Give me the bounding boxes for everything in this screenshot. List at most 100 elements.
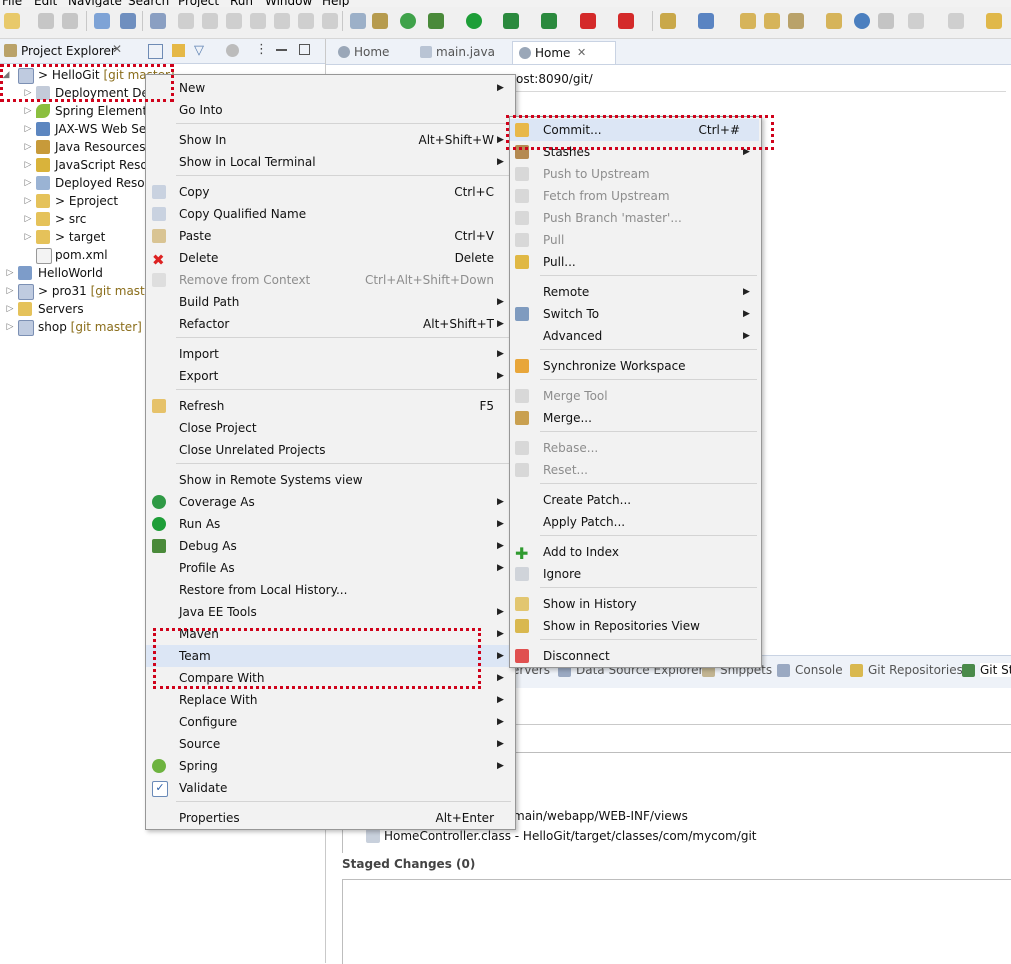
- suspend-icon[interactable]: [202, 13, 218, 29]
- menu-item-synchronize-workspace[interactable]: Synchronize Workspace: [510, 355, 759, 377]
- menu-item-rebase[interactable]: Rebase...: [510, 437, 759, 459]
- menu-item-coverage-as[interactable]: Coverage As ▶: [146, 491, 513, 513]
- drop-to-frame-icon[interactable]: [372, 13, 388, 29]
- menu-item-copy[interactable]: Copy Ctrl+C: [146, 181, 513, 203]
- coverage-icon[interactable]: [503, 13, 519, 29]
- menu-item-show-in[interactable]: Show In Alt+Shift+W ▶: [146, 129, 513, 151]
- tab-home-active[interactable]: Home ✕: [512, 41, 616, 64]
- next-annotation-icon[interactable]: [908, 13, 924, 29]
- terminate-icon[interactable]: [226, 13, 242, 29]
- expand-icon[interactable]: ▷: [24, 192, 32, 210]
- expand-icon[interactable]: ▷: [24, 156, 32, 174]
- menu-item-new[interactable]: New ▶: [146, 77, 513, 99]
- open-folder-icon[interactable]: [740, 13, 756, 29]
- expand-icon[interactable]: ▷: [6, 300, 14, 318]
- menu-item-paste[interactable]: Paste Ctrl+V: [146, 225, 513, 247]
- menu-item-source[interactable]: Source ▶: [146, 733, 513, 755]
- tab-console[interactable]: Console: [777, 663, 843, 677]
- menu-item-configure[interactable]: Configure ▶: [146, 711, 513, 733]
- tree-item-shop[interactable]: ▷ shop [git master]: [0, 318, 150, 336]
- back-icon[interactable]: [986, 13, 1002, 29]
- menu-item-merge-tool[interactable]: Merge Tool: [510, 385, 759, 407]
- menu-item-push-to-upstream[interactable]: Push to Upstream: [510, 163, 759, 185]
- expand-icon[interactable]: ▷: [24, 120, 32, 138]
- filter-icon[interactable]: ▽: [194, 43, 204, 58]
- collapse-all-icon[interactable]: [148, 44, 163, 59]
- tree-item-src[interactable]: ▷ > src: [0, 210, 150, 228]
- menu-item-show-in-history[interactable]: Show in History: [510, 593, 759, 615]
- maximize-icon[interactable]: [299, 44, 310, 55]
- menu-item-commit[interactable]: Commit... Ctrl+#: [510, 119, 759, 141]
- menu-item-go-into[interactable]: Go Into: [146, 99, 513, 121]
- menu-item-stashes[interactable]: Stashes ▶: [510, 141, 759, 163]
- menu-item-reset[interactable]: Reset...: [510, 459, 759, 481]
- menu-item-compare-with[interactable]: Compare With ▶: [146, 667, 513, 689]
- menu-item-show-in-remote-systems[interactable]: Show in Remote Systems view: [146, 469, 513, 491]
- stop-icon[interactable]: [580, 13, 596, 29]
- search-folder-icon[interactable]: [826, 13, 842, 29]
- expand-icon[interactable]: ▷: [24, 138, 32, 156]
- menu-item-pull[interactable]: Pull: [510, 229, 759, 251]
- project-explorer-tab-label[interactable]: Project Explorer: [21, 44, 116, 58]
- external-tools-icon[interactable]: [618, 13, 634, 29]
- tree-item-jaxws[interactable]: ▷ JAX-WS Web Services: [0, 120, 150, 138]
- disconnect-icon[interactable]: [250, 13, 266, 29]
- tree-item-java-resources[interactable]: ▷ Java Resources: [0, 138, 150, 156]
- minimize-icon[interactable]: [276, 49, 287, 51]
- view-menu-icon[interactable]: ⋮: [255, 42, 268, 57]
- menu-item-ignore[interactable]: Ignore: [510, 563, 759, 585]
- unstaged-file-line[interactable]: HomeController.class - HelloGit/target/c…: [384, 829, 757, 843]
- menu-item-remove-from-context[interactable]: Remove from Context Ctrl+Alt+Shift+Down: [146, 269, 513, 291]
- tree-item-pom-xml[interactable]: pom.xml: [0, 246, 150, 264]
- focus-icon[interactable]: [226, 44, 239, 57]
- staged-changes-list[interactable]: [342, 879, 1011, 964]
- skip-breakpoints-icon[interactable]: [150, 13, 166, 29]
- new-java-project-icon[interactable]: [660, 13, 676, 29]
- new-icon[interactable]: [4, 13, 20, 29]
- tree-item-eproject[interactable]: ▷ > Eproject: [0, 192, 150, 210]
- url-text[interactable]: ost:8090/git/: [516, 72, 593, 86]
- menu-item-show-in-local-terminal[interactable]: Show in Local Terminal ▶: [146, 151, 513, 173]
- tree-item-javascript-resources[interactable]: ▷ JavaScript Resources: [0, 156, 150, 174]
- menu-item-remote[interactable]: Remote ▶: [510, 281, 759, 303]
- save-icon[interactable]: [38, 13, 54, 29]
- menu-item-show-in-repositories-view[interactable]: Show in Repositories View: [510, 615, 759, 637]
- menu-item-spring[interactable]: Spring ▶: [146, 755, 513, 777]
- menu-item-refactor[interactable]: Refactor Alt+Shift+T ▶: [146, 313, 513, 335]
- menu-item-advanced[interactable]: Advanced ▶: [510, 325, 759, 347]
- console-icon[interactable]: [120, 13, 136, 29]
- run-icon[interactable]: [466, 13, 482, 29]
- menu-item-close-unrelated-projects[interactable]: Close Unrelated Projects: [146, 439, 513, 461]
- menu-item-validate[interactable]: ✓ Validate: [146, 777, 513, 799]
- expand-icon[interactable]: ▷: [24, 210, 32, 228]
- tab-git-staging[interactable]: Git St: [962, 663, 1011, 677]
- step-return-icon[interactable]: [322, 13, 338, 29]
- menu-item-merge[interactable]: Merge...: [510, 407, 759, 429]
- git-icon[interactable]: [878, 13, 894, 29]
- expand-icon[interactable]: ▷: [6, 318, 14, 336]
- debug-icon[interactable]: [428, 13, 444, 29]
- menu-item-add-to-index[interactable]: ✚ Add to Index: [510, 541, 759, 563]
- menu-item-restore-from-local-history[interactable]: Restore from Local History...: [146, 579, 513, 601]
- menu-item-properties[interactable]: Properties Alt+Enter: [146, 807, 513, 829]
- profile-icon[interactable]: [541, 13, 557, 29]
- pen-icon[interactable]: [788, 13, 804, 29]
- menu-item-push-branch[interactable]: Push Branch 'master'...: [510, 207, 759, 229]
- menu-item-switch-to[interactable]: Switch To ▶: [510, 303, 759, 325]
- expand-icon[interactable]: ▷: [24, 102, 32, 120]
- expand-icon[interactable]: ▷: [24, 84, 32, 102]
- menu-item-delete[interactable]: ✖ Delete Delete: [146, 247, 513, 269]
- expand-icon[interactable]: ▷: [6, 282, 14, 300]
- tree-item-target[interactable]: ▷ > target: [0, 228, 150, 246]
- menu-item-disconnect[interactable]: Disconnect: [510, 645, 759, 667]
- menu-item-fetch-from-upstream[interactable]: Fetch from Upstream: [510, 185, 759, 207]
- tree-item-helloworld[interactable]: ▷ HelloWorld: [0, 264, 150, 282]
- previous-annotation-icon[interactable]: [948, 13, 964, 29]
- expand-icon[interactable]: ▷: [24, 174, 32, 192]
- tree-item-spring-elements[interactable]: ▷ Spring Elements: [0, 102, 150, 120]
- use-step-filters-icon[interactable]: [350, 13, 366, 29]
- expand-icon[interactable]: ▷: [24, 228, 32, 246]
- expand-icon[interactable]: ▷: [6, 264, 14, 282]
- open-file-icon[interactable]: [764, 13, 780, 29]
- menu-item-debug-as[interactable]: Debug As ▶: [146, 535, 513, 557]
